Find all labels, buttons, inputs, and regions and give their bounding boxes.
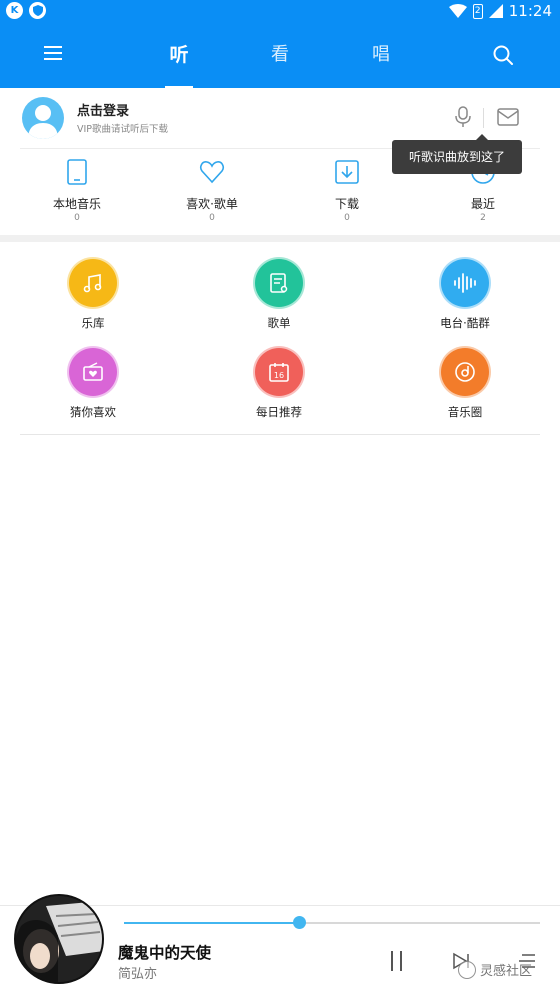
song-artist: 简弘亦: [118, 967, 158, 982]
tab-sing[interactable]: 唱: [351, 38, 411, 72]
hamburger-menu-icon[interactable]: [44, 44, 66, 64]
watermark: 灵感社区: [458, 960, 532, 979]
quick-count: 0: [74, 213, 80, 223]
svg-text:16: 16: [274, 371, 284, 380]
status-bar-notifications: K: [6, 2, 46, 19]
divider: [20, 434, 540, 435]
category-guess-you-like[interactable]: 猜你喜欢: [33, 346, 153, 426]
category-label: 电台·酷群: [440, 316, 490, 330]
wifi-icon: [448, 4, 467, 18]
radio-heart-icon: [67, 346, 119, 398]
progress-bar[interactable]: [124, 916, 540, 929]
quick-count: 0: [344, 213, 350, 223]
quick-local-music[interactable]: 本地音乐 0: [17, 150, 137, 235]
category-music-library[interactable]: 乐库: [33, 257, 153, 337]
download-icon: [335, 160, 359, 184]
tab-watch[interactable]: 看: [250, 38, 310, 72]
watermark-text: 灵感社区: [480, 964, 533, 979]
login-title[interactable]: 点击登录: [77, 100, 129, 119]
category-label: 乐库: [81, 316, 105, 330]
quick-label: 本地音乐: [52, 197, 101, 211]
tab-listen[interactable]: 听: [149, 38, 209, 72]
category-label: 音乐圈: [447, 405, 483, 419]
progress-fill: [124, 922, 299, 924]
divider: [483, 108, 484, 128]
pause-button[interactable]: [388, 951, 406, 971]
battery-icon: 2: [472, 3, 483, 19]
soundwave-icon: [439, 257, 491, 309]
quick-count: 0: [209, 213, 215, 223]
avatar[interactable]: [22, 97, 64, 139]
category-music-circle[interactable]: 音乐圈: [405, 346, 525, 426]
mail-icon[interactable]: [497, 108, 519, 126]
disc-icon: [439, 346, 491, 398]
login-subtitle: VIP歌曲请试听后下载: [77, 124, 169, 135]
category-label: 猜你喜欢: [70, 405, 116, 419]
recognize-song-tooltip: 听歌识曲放到这了: [392, 134, 522, 174]
wechat-icon: [458, 960, 476, 979]
category-radio-groups[interactable]: 电台·酷群: [405, 257, 525, 337]
kugou-notification-icon: K: [6, 2, 23, 19]
microphone-icon[interactable]: [452, 106, 474, 128]
quick-download[interactable]: 下载 0: [287, 150, 407, 235]
quick-label: 最近: [470, 197, 495, 211]
quick-label: 喜欢·歌单: [186, 197, 238, 211]
signal-icon: [488, 4, 503, 18]
category-label: 每日推荐: [256, 405, 302, 419]
status-time: 11:24: [508, 2, 552, 20]
shield-notification-icon: [29, 2, 46, 19]
quick-favorites-playlists[interactable]: 喜欢·歌单 0: [152, 150, 272, 235]
calendar-icon: 16: [253, 346, 305, 398]
category-playlists[interactable]: 歌单: [219, 257, 339, 337]
album-cover[interactable]: [14, 894, 104, 984]
progress-knob[interactable]: [292, 916, 306, 929]
category-label: 歌单: [267, 316, 291, 330]
songlist-icon: [253, 257, 305, 309]
phone-icon: [67, 159, 87, 185]
status-bar: K 2 11:24: [0, 0, 560, 22]
category-daily-recommend[interactable]: 16 每日推荐: [219, 346, 339, 426]
search-icon[interactable]: [491, 43, 515, 67]
music-note-icon: [67, 257, 119, 309]
section-gap: [0, 235, 560, 242]
mini-player[interactable]: 魔鬼中的天使 简弘亦 灵感社区: [0, 894, 560, 994]
status-bar-system: 2 11:24: [448, 2, 552, 20]
heart-icon: [200, 161, 224, 184]
top-header: 听 看 唱: [0, 22, 560, 88]
quick-count: 2: [480, 213, 486, 223]
quick-label: 下载: [334, 197, 359, 211]
song-title[interactable]: 魔鬼中的天使: [118, 941, 211, 963]
